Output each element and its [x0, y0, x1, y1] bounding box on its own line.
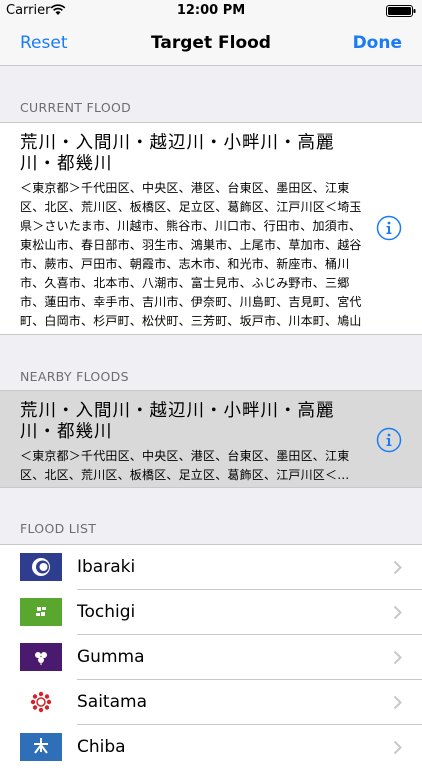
chevron-right-icon: [393, 560, 402, 575]
nearby-flood-name: 荒川・入間川・越辺川・小畔川・高麗川・都幾川: [20, 401, 335, 442]
list-item-label: Chiba: [77, 737, 126, 757]
gumma-flag-icon: [20, 643, 62, 671]
battery-icon: [386, 5, 416, 17]
saitama-flag-icon: [20, 688, 62, 716]
current-flood-header: CURRENT FLOOD: [20, 100, 132, 115]
list-item-chiba[interactable]: Chiba: [0, 725, 422, 770]
chevron-right-icon: [393, 740, 402, 755]
info-icon[interactable]: [376, 215, 402, 241]
list-item-label: Gumma: [77, 647, 145, 667]
current-flood-cell[interactable]: 荒川・入間川・越辺川・小畔川・高麗川・都幾川 ＜東京都＞千代田区、中央区、港区、…: [0, 122, 422, 335]
chevron-right-icon: [393, 695, 402, 710]
flood-list-header: FLOOD LIST: [20, 521, 97, 536]
current-flood-name: 荒川・入間川・越辺川・小畔川・高麗川・都幾川: [20, 133, 335, 174]
tochigi-flag-icon: [20, 598, 62, 626]
chiba-flag-icon: [20, 733, 62, 761]
flood-list: Ibaraki Tochigi Gumma Saitama Chiba: [0, 544, 422, 770]
list-item-saitama[interactable]: Saitama: [0, 680, 422, 725]
navigation-bar: Reset Target Flood Done: [0, 22, 422, 66]
list-item-gumma[interactable]: Gumma: [0, 635, 422, 680]
nearby-flood-cell[interactable]: 荒川・入間川・越辺川・小畔川・高麗川・都幾川 ＜東京都＞千代田区、中央区、港区、…: [0, 390, 422, 488]
current-flood-description: ＜東京都＞千代田区、中央区、港区、台東区、墨田区、江東区、北区、荒川区、板橋区、…: [20, 181, 362, 328]
chevron-right-icon: [393, 605, 402, 620]
chevron-right-icon: [393, 650, 402, 665]
done-button[interactable]: Done: [353, 33, 402, 53]
list-item-ibaraki[interactable]: Ibaraki: [0, 545, 422, 590]
list-item-label: Ibaraki: [77, 557, 136, 577]
status-bar: Carrier 12:00 PM: [0, 0, 422, 22]
nearby-flood-description: ＜東京都＞千代田区、中央区、港区、台東区、墨田区、江東区、北区、荒川区、板橋区、…: [20, 449, 350, 482]
list-item-tochigi[interactable]: Tochigi: [0, 590, 422, 635]
info-icon[interactable]: [376, 427, 402, 453]
clock: 12:00 PM: [176, 3, 246, 18]
ibaraki-flag-icon: [20, 553, 62, 581]
list-item-label: Saitama: [77, 692, 147, 712]
nearby-floods-header: NEARBY FLOODS: [20, 369, 129, 384]
list-item-label: Tochigi: [77, 602, 136, 622]
